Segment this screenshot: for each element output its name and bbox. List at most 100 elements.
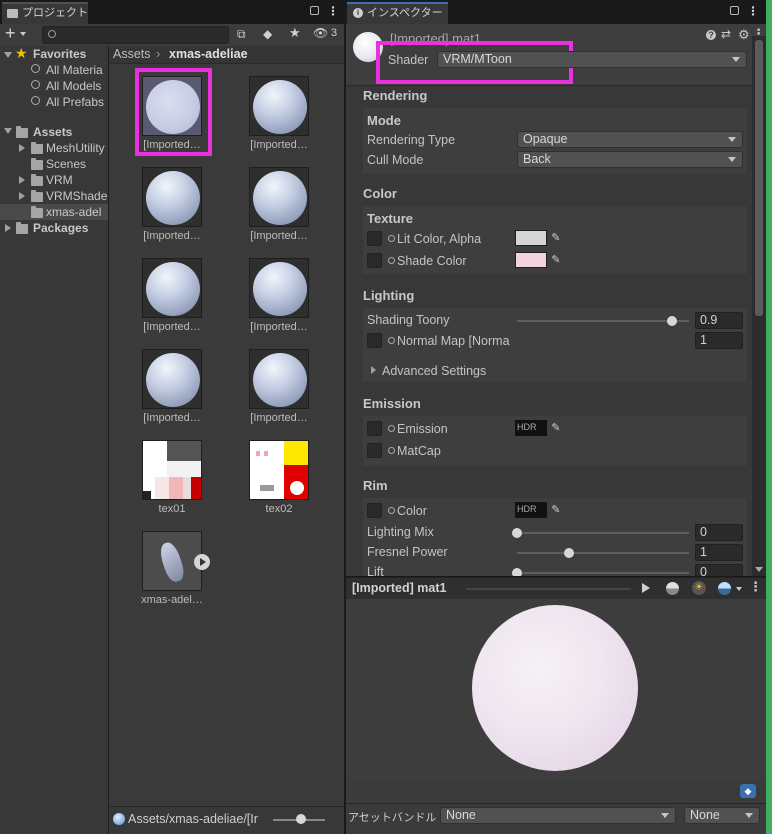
scroll-down-icon[interactable] [755,567,763,572]
light-icon[interactable]: ☀ [692,581,706,595]
kebab-menu-icon[interactable]: ⋮ [327,4,339,18]
chevron-down-icon[interactable] [736,587,742,591]
eyedropper-icon[interactable]: ✎ [547,230,565,246]
fresnel-power-knob[interactable] [563,548,574,558]
lit-color-swatch[interactable] [515,230,547,246]
shade-color-swatch[interactable] [515,252,547,268]
filter-by-label-icon[interactable]: ◆ [263,27,272,41]
folder-item[interactable]: VRMShade [46,188,108,204]
tab-inspector[interactable]: i インスペクター [347,2,448,24]
normal-map-field[interactable]: 1 [695,332,743,349]
lift-field[interactable]: 0 [695,564,743,576]
breadcrumb-current[interactable]: xmas-adeliae [169,47,248,61]
favorites-label[interactable]: Favorites [33,46,86,62]
asset-label: [Imported… [143,139,201,151]
normal-map-slot[interactable] [367,333,382,348]
help-icon[interactable]: ? [706,30,716,40]
eyedropper-icon[interactable]: ✎ [547,252,565,268]
expand-arrow-icon[interactable] [4,128,12,134]
hidden-packages-icon[interactable]: 👁 [313,26,328,40]
lighting-mix-field[interactable]: 0 [695,524,743,541]
preview-mesh-icon[interactable] [666,582,679,595]
asset-item[interactable]: [Imported… [249,76,319,151]
shade-color-label: Shade Color [397,254,467,268]
inspector-scrollbar[interactable] [752,36,766,576]
eyedropper-icon[interactable]: ✎ [547,420,565,436]
folder-item[interactable]: MeshUtility [46,140,108,156]
assetbundle-bar: アセットバンドル None None [346,803,766,834]
scrollbar-thumb[interactable] [755,40,763,316]
advanced-settings-foldout[interactable]: Advanced Settings [382,364,486,378]
rim-texture-slot[interactable] [367,503,382,518]
create-plus-icon[interactable]: + [5,23,16,43]
kebab-menu-icon[interactable]: ⋮ [749,579,762,595]
emission-texture-slot[interactable] [367,421,382,436]
rendering-type-dropdown[interactable]: Opaque [517,131,743,148]
folder-item[interactable]: VRM [46,172,108,188]
create-dropdown-icon[interactable] [20,32,26,36]
presets-icon[interactable]: ⇄ [721,27,731,41]
matcap-texture-slot[interactable] [367,443,382,458]
lift-row-clip: Lift 0 [346,562,752,576]
kebab-menu-icon[interactable]: ⋮ [747,4,759,18]
asset-item[interactable]: tex02 [249,440,319,515]
folder-item[interactable]: Scenes [46,156,108,172]
tag-icon[interactable]: ◆ [740,784,756,798]
material-preview[interactable] [346,599,766,779]
asset-item[interactable]: [Imported… [142,167,212,242]
shading-toony-slider[interactable] [517,320,689,322]
shader-dropdown[interactable]: VRM/MToon [437,51,747,68]
assets-label[interactable]: Assets [33,124,72,140]
search-input[interactable] [42,26,229,44]
favorite-item[interactable]: All Models [46,78,108,94]
window-edge [766,0,772,834]
collapse-arrow-icon[interactable] [19,144,25,152]
lock-icon[interactable] [730,6,739,15]
assetbundle-dropdown[interactable]: None [440,807,676,824]
assetbundle-variant-dropdown[interactable]: None [684,807,760,824]
favorite-item[interactable]: All Prefabs [46,94,108,110]
packages-label[interactable]: Packages [33,220,88,236]
expand-play-icon[interactable] [194,554,210,570]
lift-knob[interactable] [512,568,522,576]
favorites-star-icon[interactable]: ★ [289,25,301,41]
cull-mode-dropdown[interactable]: Back [517,151,743,168]
fresnel-power-field[interactable]: 1 [695,544,743,561]
asset-item[interactable]: [Imported… [142,76,212,151]
favorite-item[interactable]: All Materia [46,62,108,78]
sphere-background-icon[interactable] [718,582,731,595]
shade-texture-slot[interactable] [367,253,382,268]
emission-color-hdr[interactable]: HDR [515,420,547,436]
lock-icon[interactable] [310,6,319,15]
model-thumbnail [142,531,202,591]
collapse-arrow-icon[interactable] [371,366,376,374]
lighting-header: Lighting [363,288,415,303]
folder-item[interactable]: xmas-adel [46,204,108,220]
rim-color-hdr[interactable]: HDR [515,502,547,518]
collapse-arrow-icon[interactable] [5,224,11,232]
asset-item[interactable]: [Imported… [142,349,212,424]
lighting-mix-slider[interactable] [517,532,689,534]
gear-icon[interactable]: ⚙ [738,27,750,43]
asset-item[interactable]: [Imported… [142,258,212,333]
shading-toony-knob[interactable] [666,316,677,326]
lift-slider[interactable] [517,572,689,574]
asset-item[interactable]: tex01 [142,440,212,515]
collapse-arrow-icon[interactable] [19,192,25,200]
thumbnail-size-knob[interactable] [296,814,306,824]
asset-item[interactable]: [Imported… [249,167,319,242]
collapse-arrow-icon[interactable] [19,176,25,184]
expand-arrow-icon[interactable] [4,52,12,58]
lit-texture-slot[interactable] [367,231,382,246]
lighting-mix-knob[interactable] [512,528,522,538]
asset-item[interactable]: [Imported… [249,349,319,424]
filter-by-type-icon[interactable]: ⧉ [237,27,251,41]
preview-resize-handle[interactable] [466,588,631,590]
eyedropper-icon[interactable]: ✎ [547,502,565,518]
play-icon[interactable] [642,583,650,593]
fresnel-power-slider[interactable] [517,552,689,554]
tab-project[interactable]: プロジェクト [2,2,88,24]
shading-toony-field[interactable]: 0.9 [695,312,743,329]
asset-item[interactable]: [Imported… [249,258,319,333]
breadcrumb-root[interactable]: Assets [113,47,151,61]
